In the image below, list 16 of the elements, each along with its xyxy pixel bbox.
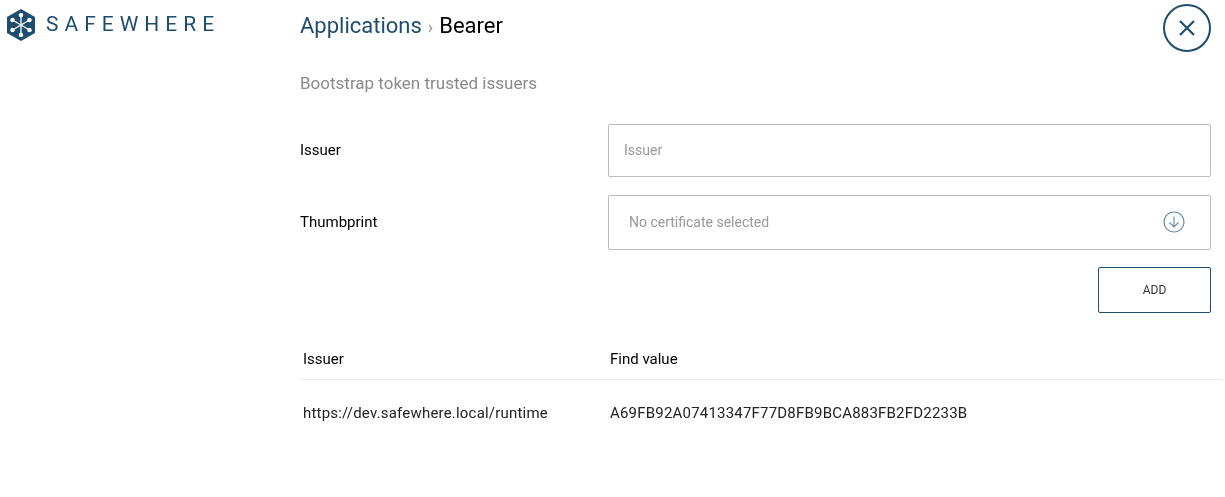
- breadcrumb-link[interactable]: Applications: [300, 9, 422, 42]
- section-title: Bootstrap token trusted issuers: [300, 72, 538, 95]
- add-button[interactable]: ADD: [1098, 266, 1211, 313]
- field-label: Issuer: [300, 139, 342, 161]
- column-header: Find value: [609, 348, 678, 370]
- logo-text: SAFEWHERE: [46, 11, 221, 39]
- logo-icon: [6, 9, 36, 41]
- field-label: Thumbprint: [300, 211, 379, 233]
- breadcrumb-separator: ›: [427, 15, 434, 39]
- page-title: Bearer: [439, 12, 503, 40]
- close-button[interactable]: [1163, 4, 1211, 52]
- table-cell-text: https://dev.safewhere.local/runtime: [302, 402, 549, 424]
- issuer-input[interactable]: Issuer: [608, 123, 1211, 177]
- column-header: Issuer: [302, 348, 345, 370]
- table-cell-text: A69FB92A07413347F77D8FB9BCA883FB2FD2233B: [609, 402, 968, 424]
- close-icon: [1178, 19, 1196, 37]
